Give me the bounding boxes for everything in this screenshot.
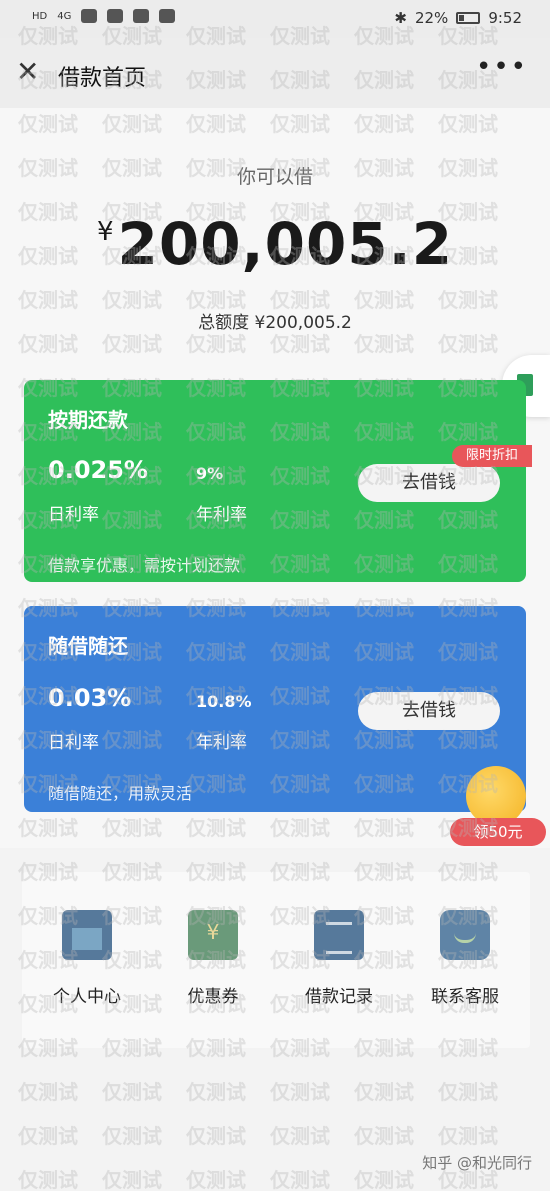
daily-rate-label: 日利率 (48, 733, 99, 753)
watermark-text: 仅测试 (438, 1080, 498, 1104)
watermark-text: 仅测试 (18, 1080, 78, 1104)
watermark-text: 仅测试 (102, 1124, 162, 1148)
battery-percent: 22% (414, 9, 449, 27)
nav-loan-record[interactable]: 借款记录 (284, 910, 394, 1007)
watermark-text: 仅测试 (18, 1168, 78, 1191)
battery-icon (456, 12, 481, 24)
daily-rate-label: 日利率 (48, 505, 99, 525)
currency-symbol: ¥ (96, 217, 114, 247)
card-description: 借款享优惠，需按计划还款 (48, 556, 241, 575)
nav-label: 借款记录 (305, 987, 373, 1007)
signal-type: 4G (57, 10, 72, 22)
nav-coupon[interactable]: 优惠券 (158, 910, 268, 1007)
status-bar: HD 4G ✱ 22% 9:52 (0, 0, 550, 38)
daily-rate: 0.03% (48, 684, 132, 712)
annual-rate-label: 年利率 (196, 733, 247, 753)
watermark-text: 仅测试 (438, 1124, 498, 1148)
watermark-text: 仅测试 (186, 1168, 246, 1191)
watermark-text: 仅测试 (102, 1168, 162, 1191)
bluetooth-icon: ✱ (394, 9, 407, 27)
watermark-text: 仅测试 (102, 1080, 162, 1104)
coupon-promo-tag[interactable]: 领50元 (450, 818, 546, 846)
app-icon (133, 9, 150, 23)
watermark-text: 仅测试 (186, 1080, 246, 1104)
nav-customer-service[interactable]: 联系客服 (410, 910, 520, 1007)
card-description: 随借随还，用款灵活 (48, 784, 193, 803)
card-title: 随借随还 (48, 634, 128, 658)
personal-center-icon (62, 910, 112, 960)
nav-label: 联系客服 (431, 987, 499, 1007)
network-type: HD (32, 10, 48, 22)
amount-value: 200,005.2 (117, 210, 454, 278)
available-amount: ¥200,005.2 (0, 210, 550, 278)
bottom-nav: 个人中心 优惠券 借款记录 联系客服 (22, 872, 530, 1048)
watermark-text: 仅测试 (354, 1124, 414, 1148)
watermark-text: 仅测试 (354, 1168, 414, 1191)
annual-rate: 10.8% (196, 692, 252, 711)
discount-tag: 限时折扣 (452, 445, 532, 467)
footer-credit: 知乎 @和光同行 (422, 1154, 532, 1172)
watermark-text: 仅测试 (18, 1124, 78, 1148)
status-left: HD 4G (32, 9, 176, 23)
page-title: 借款首页 (58, 66, 147, 91)
daily-rate: 0.025% (48, 456, 148, 484)
borrow-button[interactable]: 去借钱 (358, 692, 500, 730)
wifi-icon (81, 9, 98, 23)
watermark-text: 仅测试 (270, 1124, 330, 1148)
notification-icon (107, 9, 124, 23)
coupon-icon (188, 910, 238, 960)
watermark-text: 仅测试 (270, 1168, 330, 1191)
watermark-text: 仅测试 (354, 1080, 414, 1104)
nav-bar: ✕ 借款首页 ••• (0, 38, 550, 108)
nav-personal-center[interactable]: 个人中心 (32, 910, 142, 1007)
nav-label: 个人中心 (53, 987, 121, 1007)
gold-coin-icon[interactable] (466, 766, 526, 826)
can-borrow-label: 你可以借 (236, 166, 313, 188)
more-icon[interactable]: ••• (476, 52, 528, 82)
loan-record-icon (314, 910, 364, 960)
annual-rate: 9% (196, 464, 224, 483)
clock: 9:52 (488, 9, 522, 27)
annual-rate-label: 年利率 (196, 505, 247, 525)
close-icon[interactable]: ✕ (16, 58, 44, 86)
watermark-text: 仅测试 (186, 1124, 246, 1148)
chat-icon (159, 9, 176, 23)
card-title: 按期还款 (48, 408, 128, 432)
customer-service-icon (440, 910, 490, 960)
installment-card[interactable]: 按期还款 0.025% 9% 日利率 年利率 去借钱 借款享优惠，需按计划还款 (24, 380, 526, 582)
nav-label: 优惠券 (187, 987, 239, 1007)
status-right: ✱ 22% 9:52 (394, 9, 522, 27)
flexible-card[interactable]: 随借随还 0.03% 10.8% 日利率 年利率 去借钱 随借随还，用款灵活 (24, 606, 526, 812)
watermark-text: 仅测试 (270, 1080, 330, 1104)
borrow-button[interactable]: 去借钱 (358, 464, 500, 502)
total-limit: 总额度 ¥200,005.2 (198, 313, 352, 333)
